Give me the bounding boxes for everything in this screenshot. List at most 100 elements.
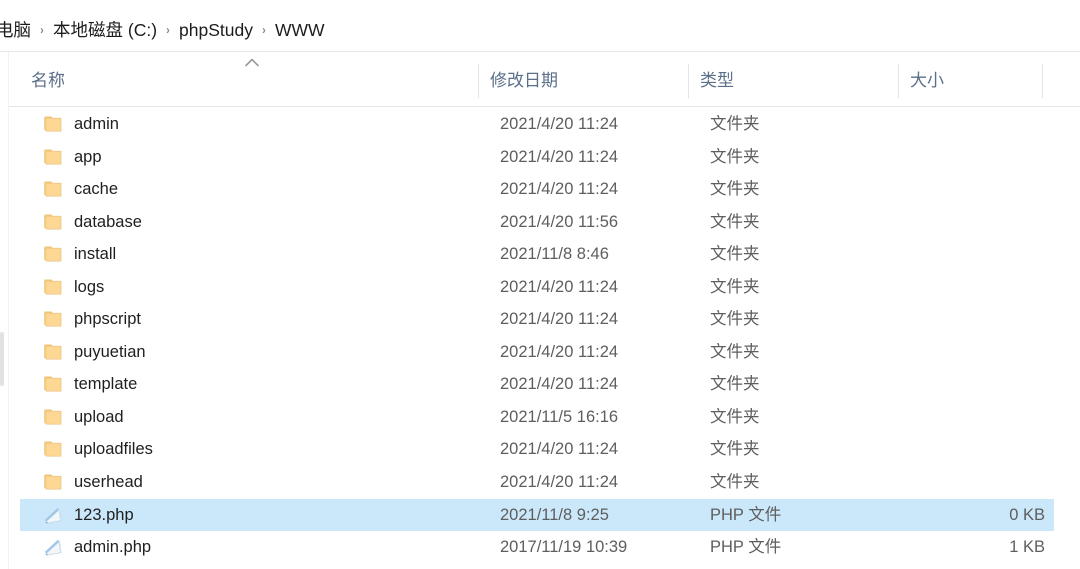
file-size: [900, 141, 1045, 174]
file-type: 文件夹: [710, 245, 760, 264]
file-name: logs: [74, 277, 105, 296]
breadcrumb-item[interactable]: phpStudy: [177, 19, 255, 41]
file-list[interactable]: admin 2021/4/20 11:24 文件夹 app 2021/4/20 11:2…: [9, 108, 1080, 569]
file-row[interactable]: logs 2021/4/20 11:24 文件夹: [20, 271, 1054, 304]
file-size: 1 KB: [1009, 538, 1045, 557]
file-modified-date: 2021/4/20 11:24: [500, 277, 619, 296]
file-row[interactable]: template 2021/4/20 11:24 文件夹: [20, 368, 1054, 401]
file-name: phpscript: [74, 310, 141, 329]
file-name: cache: [74, 180, 119, 199]
column-header-row: 名称 修改日期 类型 大小: [9, 53, 1080, 107]
file-name: app: [74, 147, 102, 166]
file-row[interactable]: install 2021/11/8 8:46 文件夹: [20, 238, 1054, 271]
column-header-type-label: 类型: [700, 71, 734, 90]
file-size: [900, 336, 1045, 369]
folder-icon: [42, 147, 64, 168]
column-header-type[interactable]: 类型: [689, 53, 898, 106]
folder-icon: [42, 472, 64, 493]
file-row[interactable]: uploadfiles 2021/4/20 11:24 文件夹: [20, 433, 1054, 466]
sort-ascending-icon: [244, 58, 260, 67]
file-modified-date: 2017/11/19 10:39: [500, 538, 628, 557]
column-header-size-label: 大小: [910, 71, 944, 90]
breadcrumb-item[interactable]: WWW: [273, 19, 327, 41]
file-modified-date: 2021/11/8 9:25: [500, 505, 609, 524]
file-modified-date: 2021/4/20 11:24: [500, 473, 619, 492]
file-name: puyuetian: [74, 342, 146, 361]
file-row[interactable]: puyuetian 2021/4/20 11:24 文件夹: [20, 336, 1054, 369]
file-modified-date: 2021/4/20 11:24: [500, 440, 619, 459]
breadcrumb-item[interactable]: 电脑: [0, 19, 33, 41]
file-type: PHP 文件: [710, 505, 782, 524]
file-explorer-window: 电脑 › 本地磁盘 (C:) › phpStudy › WWW 名称 修改日期 类型 大小 …: [0, 0, 1080, 569]
address-bar[interactable]: 电脑 › 本地磁盘 (C:) › phpStudy › WWW: [0, 0, 1080, 52]
folder-icon: [42, 342, 64, 363]
file-modified-date: 2021/4/20 11:24: [500, 147, 619, 166]
left-pane-scrollbar[interactable]: [0, 332, 4, 386]
breadcrumb-separator-icon: ›: [262, 23, 266, 37]
column-divider-4[interactable]: [1042, 64, 1043, 98]
file-modified-date: 2021/4/20 11:24: [500, 180, 619, 199]
file-type: 文件夹: [710, 115, 760, 133]
file-type: 文件夹: [710, 342, 760, 361]
file-type: 文件夹: [710, 277, 760, 296]
file-row[interactable]: phpscript 2021/4/20 11:24 文件夹: [20, 303, 1054, 336]
folder-icon: [42, 439, 64, 460]
file-size: [900, 206, 1045, 239]
file-modified-date: 2021/4/20 11:56: [500, 212, 619, 231]
file-size: 0 KB: [1009, 505, 1045, 524]
file-name: install: [74, 245, 117, 264]
file-row[interactable]: app 2021/4/20 11:24 文件夹: [20, 141, 1054, 174]
file-name: admin.php: [74, 538, 152, 557]
column-header-date[interactable]: 修改日期: [479, 53, 688, 106]
file-name: template: [74, 375, 138, 394]
file-type: PHP 文件: [710, 538, 782, 557]
file-size: [900, 303, 1045, 336]
breadcrumb-separator-icon: ›: [40, 23, 44, 37]
file-row[interactable]: admin.php 2017/11/19 10:39 PHP 文件 1 KB: [20, 531, 1054, 564]
breadcrumb-item[interactable]: 本地磁盘 (C:): [51, 19, 159, 41]
column-header-date-label: 修改日期: [490, 71, 558, 90]
file-modified-date: 2021/4/20 11:24: [500, 342, 619, 361]
file-row[interactable]: userhead 2021/4/20 11:24 文件夹: [20, 466, 1054, 499]
file-size: [900, 466, 1045, 499]
breadcrumb-separator-icon: ›: [166, 23, 170, 37]
folder-icon: [42, 244, 64, 265]
php-file-icon: [42, 505, 64, 526]
file-type: 文件夹: [710, 440, 760, 459]
file-name: 123.php: [74, 505, 134, 524]
file-row[interactable]: upload 2021/11/5 16:16 文件夹: [20, 401, 1054, 434]
file-name: admin: [74, 115, 119, 133]
file-type: 文件夹: [710, 473, 760, 492]
file-type: 文件夹: [710, 212, 760, 231]
file-type: 文件夹: [710, 180, 760, 199]
file-size: [900, 108, 1045, 141]
file-name: userhead: [74, 473, 143, 492]
file-row[interactable]: database 2021/4/20 11:56 文件夹: [20, 206, 1054, 239]
file-size: [900, 271, 1045, 304]
file-row[interactable]: 123.php 2021/11/8 9:25 PHP 文件 0 KB: [20, 498, 1054, 532]
file-modified-date: 2021/11/8 8:46: [500, 245, 609, 264]
file-type: 文件夹: [710, 375, 760, 394]
php-file-icon: [42, 537, 64, 558]
file-modified-date: 2021/11/5 16:16: [500, 407, 619, 426]
file-size: [900, 238, 1045, 271]
file-row[interactable]: admin 2021/4/20 11:24 文件夹: [20, 108, 1054, 141]
breadcrumb[interactable]: 电脑 › 本地磁盘 (C:) › phpStudy › WWW: [0, 19, 327, 41]
folder-icon: [42, 212, 64, 233]
file-size: [900, 368, 1045, 401]
folder-icon: [42, 374, 64, 395]
column-header-name-label: 名称: [31, 71, 65, 90]
file-row[interactable]: cache 2021/4/20 11:24 文件夹: [20, 173, 1054, 206]
file-size: [900, 401, 1045, 434]
file-modified-date: 2021/4/20 11:24: [500, 115, 619, 133]
file-type: 文件夹: [710, 147, 760, 166]
file-name: uploadfiles: [74, 440, 153, 459]
file-modified-date: 2021/4/20 11:24: [500, 310, 619, 329]
folder-icon: [42, 179, 64, 200]
file-type: 文件夹: [710, 407, 760, 426]
file-size: [900, 433, 1045, 466]
folder-icon: [42, 277, 64, 298]
column-header-size[interactable]: 大小: [899, 53, 1042, 106]
folder-icon: [42, 114, 64, 135]
file-size: [900, 173, 1045, 206]
